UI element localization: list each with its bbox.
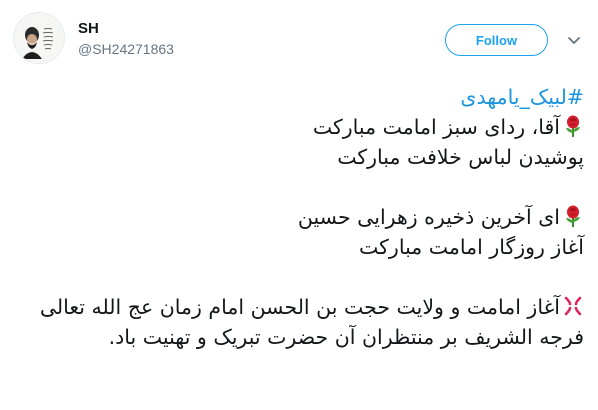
poem-line-2: پوشیدن لباس خلافت مبارکت — [337, 145, 584, 169]
avatar-image — [14, 13, 64, 63]
poem-line-3: ای آخرین ذخیره زهرایی حسین — [297, 205, 560, 229]
avatar[interactable] — [13, 12, 65, 64]
chevron-down-icon[interactable] — [566, 33, 582, 49]
poem-line-1: آقا، ردای سبز امامت مبارکت — [312, 115, 560, 139]
user-handle[interactable]: @SH24271863 — [78, 41, 174, 57]
user-name[interactable]: SH — [78, 20, 99, 37]
rose-icon — [562, 204, 584, 228]
hashtag-link[interactable]: #لبیک_یامهدی — [460, 85, 584, 109]
greeting-paragraph: آغاز امامت و ولایت حجت بن الحسن امام زما… — [39, 295, 584, 349]
anger-symbol-icon — [562, 294, 584, 318]
follow-button[interactable]: Follow — [445, 24, 548, 56]
poem-line-4: آغاز روزگار امامت مبارکت — [359, 235, 584, 259]
tweet-text: #لبیک_یامهدی آقا، ردای سبز امامت مبارکت … — [14, 82, 584, 352]
tweet-card: SH @SH24271863 Follow #لبیک_یامهدی آقا، … — [0, 0, 598, 410]
rose-icon — [562, 114, 584, 138]
